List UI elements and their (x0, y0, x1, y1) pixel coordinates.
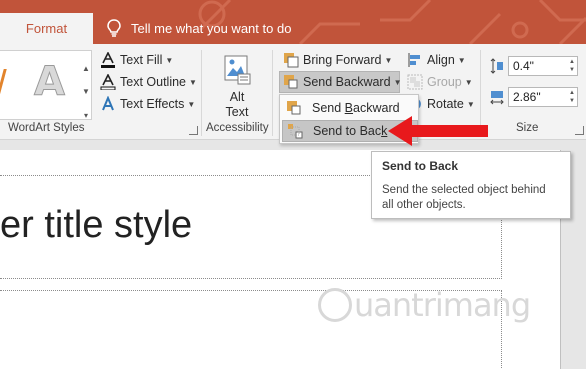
tell-me-search[interactable]: Tell me what you want to do (107, 18, 291, 38)
menu-item-label: Send Backward (312, 101, 400, 115)
group-objects-icon (407, 74, 423, 90)
send-backward-label: Send Backward (303, 75, 391, 89)
watermark: uantrimang (318, 286, 531, 324)
shape-width-field[interactable]: 2.86" ▲ ▼ (508, 87, 578, 107)
wordart-style-preview: A (34, 59, 66, 106)
watermark-logo-icon (318, 288, 352, 322)
tooltip: Send to Back Send the selected object be… (371, 151, 571, 219)
tooltip-body: Send the selected object behind all othe… (382, 184, 546, 211)
wordart-style-preview (0, 69, 12, 97)
shape-height-field[interactable]: 0.4" ▲ ▼ (508, 56, 578, 76)
text-outline-icon (100, 73, 116, 91)
chevron-down-icon: ▼ (457, 55, 466, 65)
bring-forward-label: Bring Forward (303, 53, 382, 67)
alt-text-label-line1: Alt (229, 90, 245, 104)
text-outline-button[interactable]: Text Outline ▼ (100, 72, 197, 92)
chevron-down-icon: ▼ (165, 55, 174, 65)
chevron-down-icon: ▼ (466, 99, 475, 109)
shape-width-value: 2.86" (513, 90, 541, 104)
shape-height-icon (490, 58, 504, 74)
bring-forward-icon (283, 52, 299, 68)
text-fill-label: Text Fill (120, 53, 163, 67)
chevron-down-icon: ▼ (393, 77, 402, 87)
accessibility-group-label: Accessibility (206, 122, 269, 134)
chevron-down-icon: ▼ (187, 99, 196, 109)
shape-width-icon (490, 89, 504, 105)
wordart-styles-group-label: WordArt Styles (8, 122, 85, 134)
send-backward-icon (283, 74, 299, 90)
scroll-down-icon[interactable]: ▼ (82, 87, 90, 96)
text-outline-label: Text Outline (120, 75, 187, 89)
alt-text-icon (222, 54, 252, 86)
gallery-scroll[interactable]: ▲ ▼ ▾ (80, 57, 92, 127)
align-icon (407, 52, 423, 68)
rotate-label: Rotate (427, 97, 464, 111)
text-fill-icon (100, 51, 116, 68)
send-backward-button[interactable]: Send Backward ▼ (283, 72, 401, 92)
align-label: Align (427, 53, 455, 67)
chevron-down-icon: ▼ (384, 55, 393, 65)
shape-height-value: 0.4" (513, 59, 534, 73)
red-arrow-annotation (388, 116, 488, 146)
text-fill-button[interactable]: Text Fill ▼ (100, 50, 173, 70)
menu-item-label: Send to Back (313, 124, 388, 138)
send-backward-icon (286, 100, 302, 116)
tooltip-title: Send to Back (382, 159, 459, 173)
bring-forward-button[interactable]: Bring Forward ▼ (283, 50, 392, 70)
alt-text-button[interactable]: Alt Text (214, 50, 260, 120)
scroll-up-icon[interactable]: ▲ (82, 64, 90, 73)
alt-text-label-line2: Text (225, 105, 249, 119)
tab-format[interactable]: Format (0, 13, 93, 44)
chevron-down-icon: ▼ (464, 77, 473, 87)
group-button[interactable]: Group ▼ (407, 72, 473, 92)
group-label: Group (427, 75, 462, 89)
title-bar: Format Tell me what you want to do (0, 0, 586, 44)
align-button[interactable]: Align ▼ (407, 50, 466, 70)
dialog-launcher-icon[interactable] (575, 126, 584, 135)
width-spinner-icon[interactable]: ▲ ▼ (569, 89, 575, 105)
text-effects-icon (100, 95, 116, 112)
text-effects-button[interactable]: Text Effects ▼ (100, 94, 195, 114)
title-text: er title style (0, 204, 193, 246)
dialog-launcher-icon[interactable] (189, 126, 198, 135)
height-spinner-icon[interactable]: ▲ ▼ (569, 58, 575, 74)
lightbulb-icon (107, 19, 121, 37)
wordart-style-gallery[interactable]: A ▲ ▼ ▾ (0, 50, 92, 120)
size-group-label: Size (516, 122, 539, 134)
group-divider (201, 50, 202, 136)
group-divider (272, 50, 273, 136)
send-to-back-icon (287, 123, 303, 139)
more-icon[interactable]: ▾ (84, 111, 88, 120)
chevron-down-icon: ▼ (189, 77, 197, 87)
text-effects-label: Text Effects (120, 97, 185, 111)
watermark-text: uantrimang (354, 286, 531, 324)
tell-me-label: Tell me what you want to do (131, 20, 292, 36)
